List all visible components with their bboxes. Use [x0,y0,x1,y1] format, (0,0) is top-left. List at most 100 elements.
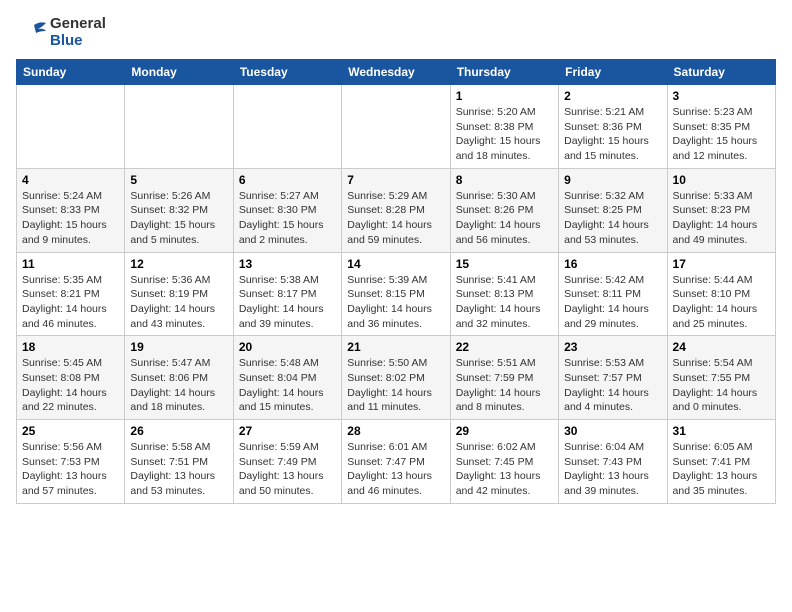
day-content: Sunrise: 5:20 AM Sunset: 8:38 PM Dayligh… [456,105,553,164]
day-number: 2 [564,89,661,103]
calendar-cell: 28Sunrise: 6:01 AM Sunset: 7:47 PM Dayli… [342,420,450,504]
calendar-cell: 31 Sunrise: 6:05 AM Sunset: 7:41 PM Dayli… [667,420,775,504]
day-number: 23 [564,340,661,354]
day-number: 9 [564,173,661,187]
logo-text: General Blue [50,16,106,49]
day-number: 1 [456,89,553,103]
calendar-cell: 10Sunrise: 5:33 AM Sunset: 8:23 PM Dayli… [667,168,775,252]
day-number: 29 [456,424,553,438]
day-content: Sunrise: 5:59 AM Sunset: 7:49 PM Dayligh… [239,440,336,499]
day-number: 14 [347,257,444,271]
day-content: Sunrise: 5:27 AM Sunset: 8:30 PM Dayligh… [239,189,336,248]
day-number: 31 [673,424,770,438]
calendar-cell [233,85,341,169]
day-number: 21 [347,340,444,354]
logo-general-text: General [50,16,106,33]
header: General Blue [16,16,776,49]
day-number: 18 [22,340,119,354]
day-content: Sunrise: 6:01 AM Sunset: 7:47 PM Dayligh… [347,440,444,499]
logo-blue-text: Blue [50,33,106,50]
day-number: 15 [456,257,553,271]
calendar-week-row: 4 Sunrise: 5:24 AM Sunset: 8:33 PM Daylig… [17,168,776,252]
logo-container: General Blue [16,16,106,49]
day-content: Sunrise: 6:04 AM Sunset: 7:43 PM Dayligh… [564,440,661,499]
day-number: 26 [130,424,227,438]
day-content: Sunrise: 5:50 AM Sunset: 8:02 PM Dayligh… [347,356,444,415]
calendar-cell: 23 Sunrise: 5:53 AM Sunset: 7:57 PM Dayli… [559,336,667,420]
day-content: Sunrise: 5:38 AM Sunset: 8:17 PM Dayligh… [239,273,336,332]
calendar-cell: 8 Sunrise: 5:30 AM Sunset: 8:26 PM Daylig… [450,168,558,252]
calendar-cell [17,85,125,169]
day-content: Sunrise: 5:41 AM Sunset: 8:13 PM Dayligh… [456,273,553,332]
day-content: Sunrise: 5:35 AM Sunset: 8:21 PM Dayligh… [22,273,119,332]
calendar-cell: 1 Sunrise: 5:20 AM Sunset: 8:38 PM Daylig… [450,85,558,169]
day-number: 17 [673,257,770,271]
calendar-cell: 13 Sunrise: 5:38 AM Sunset: 8:17 PM Dayli… [233,252,341,336]
calendar-cell: 9 Sunrise: 5:32 AM Sunset: 8:25 PM Daylig… [559,168,667,252]
day-content: Sunrise: 5:32 AM Sunset: 8:25 PM Dayligh… [564,189,661,248]
day-content: Sunrise: 5:53 AM Sunset: 7:57 PM Dayligh… [564,356,661,415]
calendar-cell [125,85,233,169]
header-day-wednesday: Wednesday [342,60,450,85]
calendar-cell: 16Sunrise: 5:42 AM Sunset: 8:11 PM Dayli… [559,252,667,336]
day-content: Sunrise: 5:26 AM Sunset: 8:32 PM Dayligh… [130,189,227,248]
calendar-cell: 24 Sunrise: 5:54 AM Sunset: 7:55 PM Dayli… [667,336,775,420]
day-number: 5 [130,173,227,187]
day-number: 24 [673,340,770,354]
day-content: Sunrise: 5:58 AM Sunset: 7:51 PM Dayligh… [130,440,227,499]
calendar-cell: 12Sunrise: 5:36 AM Sunset: 8:19 PM Dayli… [125,252,233,336]
header-day-friday: Friday [559,60,667,85]
day-content: Sunrise: 5:30 AM Sunset: 8:26 PM Dayligh… [456,189,553,248]
day-number: 19 [130,340,227,354]
day-content: Sunrise: 5:39 AM Sunset: 8:15 PM Dayligh… [347,273,444,332]
calendar-cell: 21 Sunrise: 5:50 AM Sunset: 8:02 PM Dayli… [342,336,450,420]
day-number: 13 [239,257,336,271]
calendar-cell: 7Sunrise: 5:29 AM Sunset: 8:28 PM Daylig… [342,168,450,252]
calendar-cell: 19 Sunrise: 5:47 AM Sunset: 8:06 PM Dayli… [125,336,233,420]
day-number: 30 [564,424,661,438]
logo-bird-icon [16,17,48,49]
day-number: 11 [22,257,119,271]
header-day-sunday: Sunday [17,60,125,85]
day-content: Sunrise: 5:33 AM Sunset: 8:23 PM Dayligh… [673,189,770,248]
calendar-week-row: 25Sunrise: 5:56 AM Sunset: 7:53 PM Dayli… [17,420,776,504]
header-day-monday: Monday [125,60,233,85]
day-number: 6 [239,173,336,187]
header-day-tuesday: Tuesday [233,60,341,85]
day-number: 8 [456,173,553,187]
calendar-cell: 15 Sunrise: 5:41 AM Sunset: 8:13 PM Dayli… [450,252,558,336]
calendar-cell: 30 Sunrise: 6:04 AM Sunset: 7:43 PM Dayli… [559,420,667,504]
day-content: Sunrise: 5:42 AM Sunset: 8:11 PM Dayligh… [564,273,661,332]
logo: General Blue [16,16,106,49]
calendar-cell [342,85,450,169]
calendar-cell: 17 Sunrise: 5:44 AM Sunset: 8:10 PM Dayli… [667,252,775,336]
calendar-cell: 11 Sunrise: 5:35 AM Sunset: 8:21 PM Dayli… [17,252,125,336]
calendar-cell: 3Sunrise: 5:23 AM Sunset: 8:35 PM Daylig… [667,85,775,169]
calendar-cell: 26 Sunrise: 5:58 AM Sunset: 7:51 PM Dayli… [125,420,233,504]
day-content: Sunrise: 5:21 AM Sunset: 8:36 PM Dayligh… [564,105,661,164]
calendar-cell: 27Sunrise: 5:59 AM Sunset: 7:49 PM Dayli… [233,420,341,504]
calendar-cell: 5 Sunrise: 5:26 AM Sunset: 8:32 PM Daylig… [125,168,233,252]
day-content: Sunrise: 5:23 AM Sunset: 8:35 PM Dayligh… [673,105,770,164]
header-day-saturday: Saturday [667,60,775,85]
calendar-week-row: 18Sunrise: 5:45 AM Sunset: 8:08 PM Dayli… [17,336,776,420]
calendar-cell: 6 Sunrise: 5:27 AM Sunset: 8:30 PM Daylig… [233,168,341,252]
calendar-cell: 18Sunrise: 5:45 AM Sunset: 8:08 PM Dayli… [17,336,125,420]
day-content: Sunrise: 5:51 AM Sunset: 7:59 PM Dayligh… [456,356,553,415]
day-number: 22 [456,340,553,354]
calendar-cell: 22 Sunrise: 5:51 AM Sunset: 7:59 PM Dayli… [450,336,558,420]
day-content: Sunrise: 5:56 AM Sunset: 7:53 PM Dayligh… [22,440,119,499]
day-content: Sunrise: 6:02 AM Sunset: 7:45 PM Dayligh… [456,440,553,499]
day-number: 20 [239,340,336,354]
day-number: 4 [22,173,119,187]
header-day-thursday: Thursday [450,60,558,85]
day-content: Sunrise: 5:24 AM Sunset: 8:33 PM Dayligh… [22,189,119,248]
calendar-header-row: SundayMondayTuesdayWednesdayThursdayFrid… [17,60,776,85]
calendar-week-row: 11 Sunrise: 5:35 AM Sunset: 8:21 PM Dayli… [17,252,776,336]
day-content: Sunrise: 5:47 AM Sunset: 8:06 PM Dayligh… [130,356,227,415]
calendar-cell: 4 Sunrise: 5:24 AM Sunset: 8:33 PM Daylig… [17,168,125,252]
day-content: Sunrise: 5:54 AM Sunset: 7:55 PM Dayligh… [673,356,770,415]
day-content: Sunrise: 5:44 AM Sunset: 8:10 PM Dayligh… [673,273,770,332]
day-content: Sunrise: 6:05 AM Sunset: 7:41 PM Dayligh… [673,440,770,499]
day-content: Sunrise: 5:48 AM Sunset: 8:04 PM Dayligh… [239,356,336,415]
